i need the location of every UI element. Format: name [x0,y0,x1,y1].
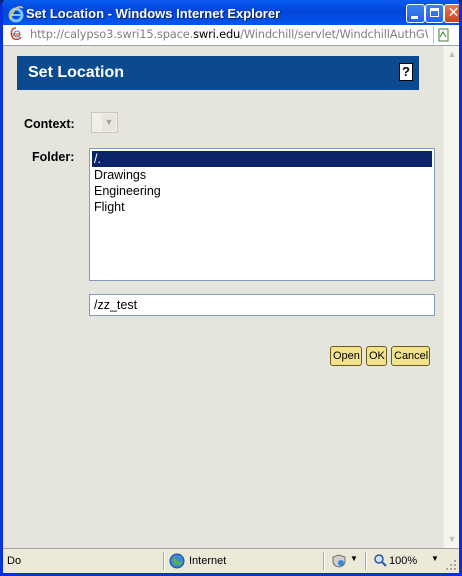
ie-window: Set Location - Windows Internet Explorer… [0,0,462,576]
maximize-icon [430,8,439,17]
help-icon[interactable]: ? [399,63,413,81]
dropdown-arrow-icon[interactable]: ▼ [431,554,439,563]
status-divider [323,552,325,570]
folder-item-flight[interactable]: Flight [92,199,432,215]
folder-item-drawings[interactable]: Drawings [92,167,432,183]
folder-path-input[interactable] [89,294,435,316]
close-icon: ✕ [447,5,460,21]
scroll-up-icon[interactable]: ▲ [445,47,459,62]
security-zone[interactable]: Internet [189,555,226,567]
dialog-header: Set Location ? [17,56,419,90]
title-bar[interactable]: Set Location - Windows Internet Explorer… [3,0,460,28]
folder-label: Folder: [32,150,75,164]
close-button[interactable]: ✕ [444,4,460,23]
minimize-button[interactable] [406,4,425,23]
folder-item-engineering[interactable]: Engineering [92,183,432,199]
context-label: Context: [24,117,75,131]
resize-grip-icon[interactable] [443,557,457,571]
url-domain: swri.edu [193,27,241,41]
dropdown-arrow-icon[interactable]: ▼ [350,554,358,563]
window-title: Set Location - Windows Internet Explorer [26,6,281,21]
context-select[interactable]: ▼ [91,112,118,133]
url-suffix: /Windchill/servlet/WindchillAuthGW/wt.en… [240,27,428,41]
zoom-level[interactable]: 100% [389,555,417,567]
status-text: Do [7,555,22,567]
folder-listbox[interactable]: /. Drawings Engineering Flight [89,148,435,281]
globe-icon [169,553,185,569]
security-shield-icon[interactable] [331,554,347,568]
status-divider [163,552,165,570]
compat-view-icon[interactable] [433,26,452,44]
cancel-button[interactable]: Cancel [391,346,430,366]
maximize-button[interactable] [425,4,444,23]
vertical-scrollbar[interactable]: ▲ ▼ [443,46,459,548]
folder-item-root[interactable]: /. [92,151,432,167]
page-content: Set Location ? Context: ▼ Folder: /. Dra… [3,46,443,548]
address-url[interactable]: http://calypso3.swri15.space.swri.edu/Wi… [30,27,428,41]
status-bar: Do Internet ▼ 100% ▼ [3,548,459,573]
ok-button[interactable]: OK [366,346,387,366]
dropdown-arrow-icon: ▼ [102,114,116,131]
status-divider [365,552,367,570]
minimize-icon [411,16,418,19]
address-bar[interactable]: http://calypso3.swri15.space.swri.edu/Wi… [3,25,459,46]
scroll-down-icon[interactable]: ▼ [445,532,459,547]
url-prefix: http://calypso3.swri15.space. [30,27,194,41]
ie-logo-icon [8,6,24,23]
open-button[interactable]: Open [330,346,362,366]
zoom-icon[interactable] [373,553,387,567]
dialog-title: Set Location [28,64,125,81]
page-icon [10,27,22,41]
